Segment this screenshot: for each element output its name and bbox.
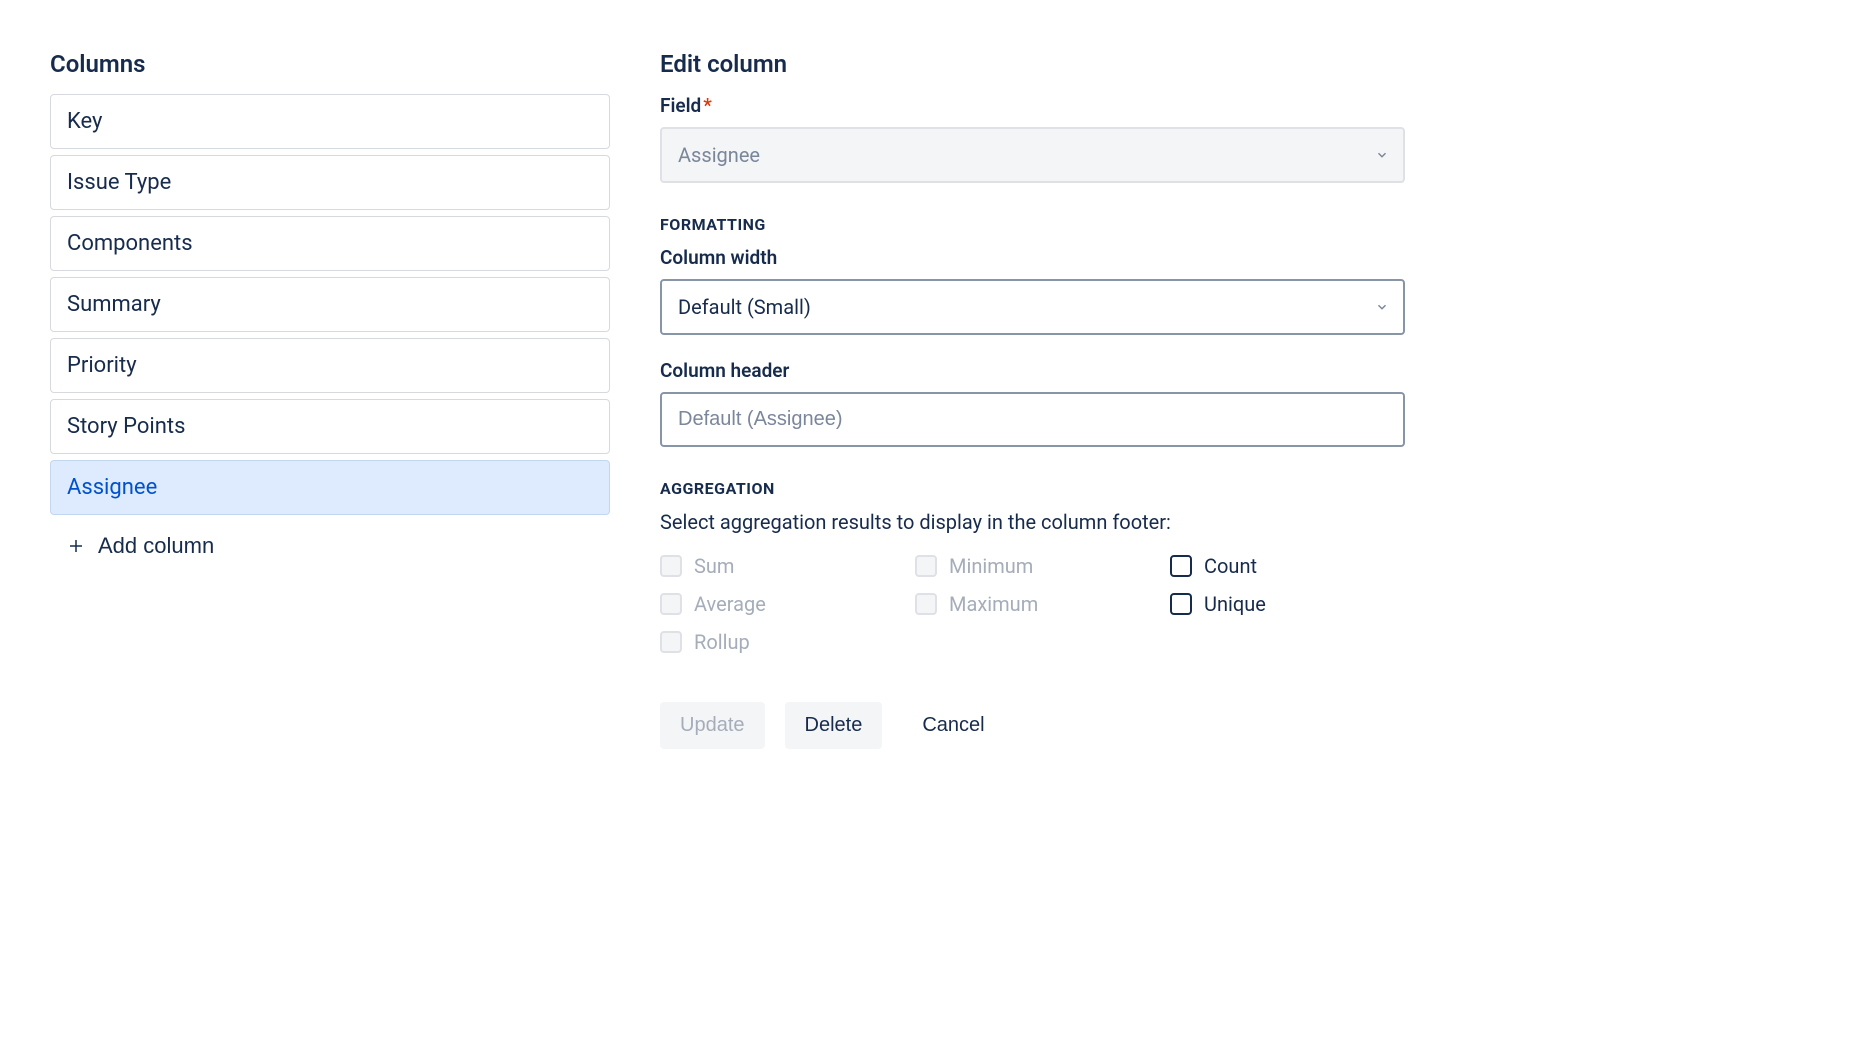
checkbox-item: Count <box>1170 554 1405 578</box>
column-width-select[interactable]: Default (Small) <box>660 279 1405 335</box>
checkbox-item: Minimum <box>915 554 1150 578</box>
checkbox-label: Sum <box>694 554 734 578</box>
checkbox-item: Maximum <box>915 592 1150 616</box>
checkbox-item: Average <box>660 592 895 616</box>
column-item[interactable]: Components <box>50 216 610 271</box>
columns-title: Columns <box>50 50 610 78</box>
field-select[interactable]: Assignee <box>660 127 1405 183</box>
checkbox-label: Count <box>1204 554 1257 578</box>
checkbox <box>660 555 682 577</box>
column-item[interactable]: Summary <box>50 277 610 332</box>
delete-button[interactable]: Delete <box>785 702 883 749</box>
aggregation-helper: Select aggregation results to display in… <box>660 510 1405 534</box>
add-column-button[interactable]: Add column <box>50 521 230 571</box>
checkbox-label: Average <box>694 592 766 616</box>
edit-column-panel: Edit column Field* Assignee FORMATTING C… <box>660 50 1405 749</box>
checkbox-label: Unique <box>1204 592 1266 616</box>
column-item[interactable]: Priority <box>50 338 610 393</box>
checkbox <box>915 593 937 615</box>
checkbox-item: Sum <box>660 554 895 578</box>
column-header-input[interactable] <box>660 392 1405 447</box>
column-item[interactable]: Key <box>50 94 610 149</box>
checkbox[interactable] <box>1170 555 1192 577</box>
aggregation-grid: Sum Minimum Count Average Maximum Unique Rollu… <box>660 554 1405 654</box>
column-item[interactable]: Issue Type <box>50 155 610 210</box>
formatting-header: FORMATTING <box>660 215 1405 234</box>
field-label: Field* <box>660 94 1405 117</box>
required-asterisk: * <box>703 94 712 117</box>
cancel-button[interactable]: Cancel <box>902 702 1004 749</box>
columns-panel: Columns Key Issue Type Components Summary Pr… <box>50 50 610 749</box>
checkbox-label: Rollup <box>694 630 750 654</box>
checkbox-label: Minimum <box>949 554 1033 578</box>
button-row: Update Delete Cancel <box>660 702 1405 749</box>
column-header-label: Column header <box>660 359 1405 382</box>
update-button: Update <box>660 702 765 749</box>
column-list: Key Issue Type Components Summary Priority St… <box>50 94 610 515</box>
checkbox <box>915 555 937 577</box>
column-width-label: Column width <box>660 246 1405 269</box>
checkbox-label: Maximum <box>949 592 1038 616</box>
checkbox <box>660 593 682 615</box>
column-item[interactable]: Story Points <box>50 399 610 454</box>
aggregation-header: AGGREGATION <box>660 479 1405 498</box>
add-column-label: Add column <box>98 533 214 559</box>
checkbox-item: Rollup <box>660 630 895 654</box>
edit-column-title: Edit column <box>660 50 1405 78</box>
checkbox-item: Unique <box>1170 592 1405 616</box>
plus-icon <box>66 536 86 556</box>
column-item[interactable]: Assignee <box>50 460 610 515</box>
checkbox[interactable] <box>1170 593 1192 615</box>
checkbox <box>660 631 682 653</box>
